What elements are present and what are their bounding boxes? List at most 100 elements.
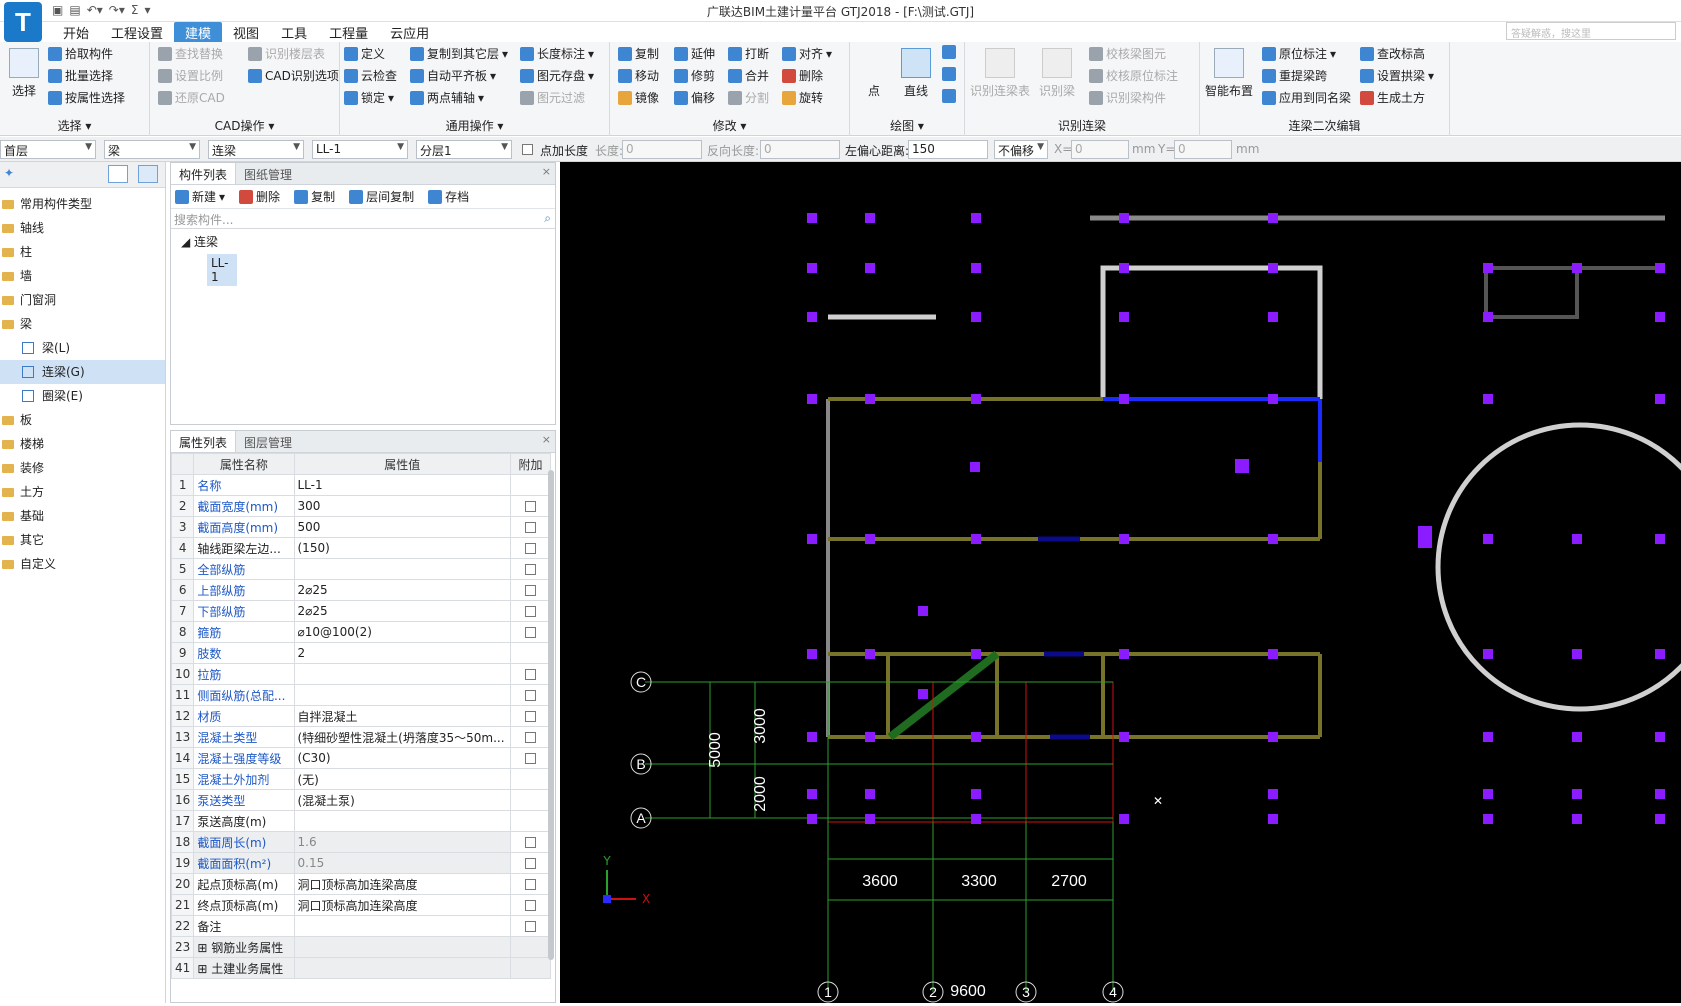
rotate-button[interactable]: 旋转 <box>782 89 823 106</box>
arc-draw-button[interactable] <box>942 45 956 59</box>
define-button[interactable]: 定义 <box>344 45 385 62</box>
re-extract-span-button[interactable]: 重提梁跨 <box>1262 67 1327 84</box>
circular-wall[interactable] <box>1435 422 1681 712</box>
attach-checkbox[interactable] <box>524 858 536 869</box>
menu-tab-6[interactable]: 云应用 <box>379 22 440 42</box>
cad-options-button[interactable]: CAD识别选项 <box>248 67 339 84</box>
column-point[interactable] <box>918 689 928 699</box>
property-value[interactable] <box>293 810 511 832</box>
tree-item-2[interactable]: 柱 <box>0 240 165 264</box>
column-point[interactable] <box>1572 814 1582 824</box>
column-point[interactable] <box>1483 394 1493 404</box>
column-point[interactable] <box>1268 312 1278 322</box>
column-point[interactable] <box>1483 732 1493 742</box>
attach-checkbox[interactable] <box>524 732 536 743</box>
column-point[interactable] <box>971 814 981 824</box>
tree-item-6[interactable]: 梁(L) <box>0 336 165 360</box>
property-row[interactable]: 16 泵送类型 (混凝土泵) <box>170 789 552 811</box>
close-icon[interactable]: × <box>542 433 551 446</box>
tab-drawing-management[interactable]: 图纸管理 <box>236 163 300 184</box>
list-view-icon[interactable] <box>108 165 128 183</box>
batch-select-button[interactable]: 批量选择 <box>48 67 113 84</box>
column-point[interactable] <box>1572 732 1582 742</box>
property-row[interactable]: 4 轴线距梁左边... (150) <box>170 537 552 559</box>
tree-item-14[interactable]: 其它 <box>0 528 165 552</box>
column-point[interactable] <box>1268 394 1278 404</box>
column-point[interactable] <box>807 534 817 544</box>
property-value[interactable]: 500 <box>293 516 511 538</box>
component-group[interactable]: ◢ 连梁 <box>171 229 555 250</box>
attach-checkbox[interactable] <box>524 669 536 680</box>
column-point[interactable] <box>1655 394 1665 404</box>
tab-layer-management[interactable]: 图层管理 <box>236 431 300 452</box>
tree-item-12[interactable]: 土方 <box>0 480 165 504</box>
extend-button[interactable]: 延伸 <box>674 45 715 62</box>
menu-tab-5[interactable]: 工程量 <box>318 22 379 42</box>
property-value[interactable]: 1.6 <box>293 831 511 853</box>
property-row[interactable]: 10 拉筋 <box>170 663 552 685</box>
property-row[interactable]: 8 箍筋 ⌀10@100(2) <box>170 621 552 643</box>
two-point-axis-button[interactable]: 两点辅轴 ▾ <box>410 89 484 106</box>
check-elevation-button[interactable]: 查改标高 <box>1360 45 1425 62</box>
property-row[interactable]: 7 下部纵筋 2⌀25 <box>170 600 552 622</box>
property-row[interactable]: 19 截面面积(m²) 0.15 <box>170 852 552 874</box>
tree-item-13[interactable]: 基础 <box>0 504 165 528</box>
property-row[interactable]: 41 ⊞ 土建业务属性 <box>170 957 552 979</box>
check-annotation-button[interactable]: 校核原位标注 <box>1089 67 1178 84</box>
apply-same-name-button[interactable]: 应用到同名梁 <box>1262 89 1351 106</box>
menu-tab-3[interactable]: 视图 <box>222 22 270 42</box>
tree-item-10[interactable]: 楼梯 <box>0 432 165 456</box>
tree-item-3[interactable]: 墙 <box>0 264 165 288</box>
attach-checkbox[interactable] <box>524 753 536 764</box>
property-value[interactable]: 300 <box>293 495 511 517</box>
column-point[interactable] <box>807 732 817 742</box>
y-offset-input[interactable]: 0 <box>1174 140 1232 159</box>
select-button[interactable]: 选择 <box>4 46 44 99</box>
property-row[interactable]: 17 泵送高度(m) <box>170 810 552 832</box>
column-point[interactable] <box>807 789 817 799</box>
column-point[interactable] <box>1268 732 1278 742</box>
identify-beam-table-button[interactable]: 识别连梁表 <box>967 46 1033 99</box>
attach-checkbox[interactable] <box>524 564 536 575</box>
property-value[interactable]: 自拌混凝土 <box>293 705 511 727</box>
column-point[interactable] <box>971 649 981 659</box>
tab-component-list[interactable]: 构件列表 <box>171 163 237 184</box>
beam-group[interactable] <box>828 397 1322 739</box>
column-point[interactable] <box>970 462 980 472</box>
copy-component-button[interactable]: 复制 <box>294 188 335 205</box>
column-point[interactable] <box>865 534 875 544</box>
property-row[interactable]: 23 ⊞ 钢筋业务属性 <box>170 936 552 958</box>
tree-item-11[interactable]: 装修 <box>0 456 165 480</box>
column-point[interactable] <box>1483 534 1493 544</box>
column-point[interactable] <box>1119 312 1129 322</box>
property-value[interactable]: (特细砂塑性混凝土(坍落度35～50m... <box>293 726 511 748</box>
property-row[interactable]: 20 起点顶标高(m) 洞口顶标高加连梁高度 <box>170 873 552 895</box>
attach-checkbox[interactable] <box>524 543 536 554</box>
column-point[interactable] <box>1119 649 1129 659</box>
column-point[interactable] <box>1483 312 1493 322</box>
attach-checkbox[interactable] <box>524 879 536 890</box>
column-point[interactable] <box>918 606 928 616</box>
smart-layout-button[interactable]: 智能布置 <box>1202 46 1256 99</box>
length-input[interactable]: 0 <box>622 140 702 159</box>
property-value[interactable]: 2⌀25 <box>293 579 511 601</box>
column-point[interactable] <box>1119 534 1129 544</box>
menu-tab-2[interactable]: 建模 <box>174 22 223 42</box>
restore-cad-button[interactable]: 还原CAD <box>158 89 225 106</box>
property-value[interactable] <box>293 663 511 685</box>
component-select[interactable]: LL-1 ▼ <box>312 140 408 159</box>
column-point[interactable] <box>807 394 817 404</box>
cloud-check-button[interactable]: 云检查 <box>344 67 397 84</box>
column-point[interactable] <box>1119 732 1129 742</box>
tree-item-5[interactable]: 梁 <box>0 312 165 336</box>
property-row[interactable]: 1 名称 LL-1 <box>170 474 552 496</box>
save-element-button[interactable]: 图元存盘 ▾ <box>520 67 594 84</box>
column-point[interactable] <box>1483 263 1493 273</box>
property-value[interactable]: (C30) <box>293 747 511 769</box>
column-points[interactable] <box>807 213 1665 824</box>
property-value[interactable] <box>293 957 511 979</box>
column-point[interactable] <box>1655 732 1665 742</box>
property-value[interactable]: 0.15 <box>293 852 511 874</box>
select-by-property-button[interactable]: 按属性选择 <box>48 89 125 106</box>
circle-draw-button[interactable] <box>942 67 956 81</box>
